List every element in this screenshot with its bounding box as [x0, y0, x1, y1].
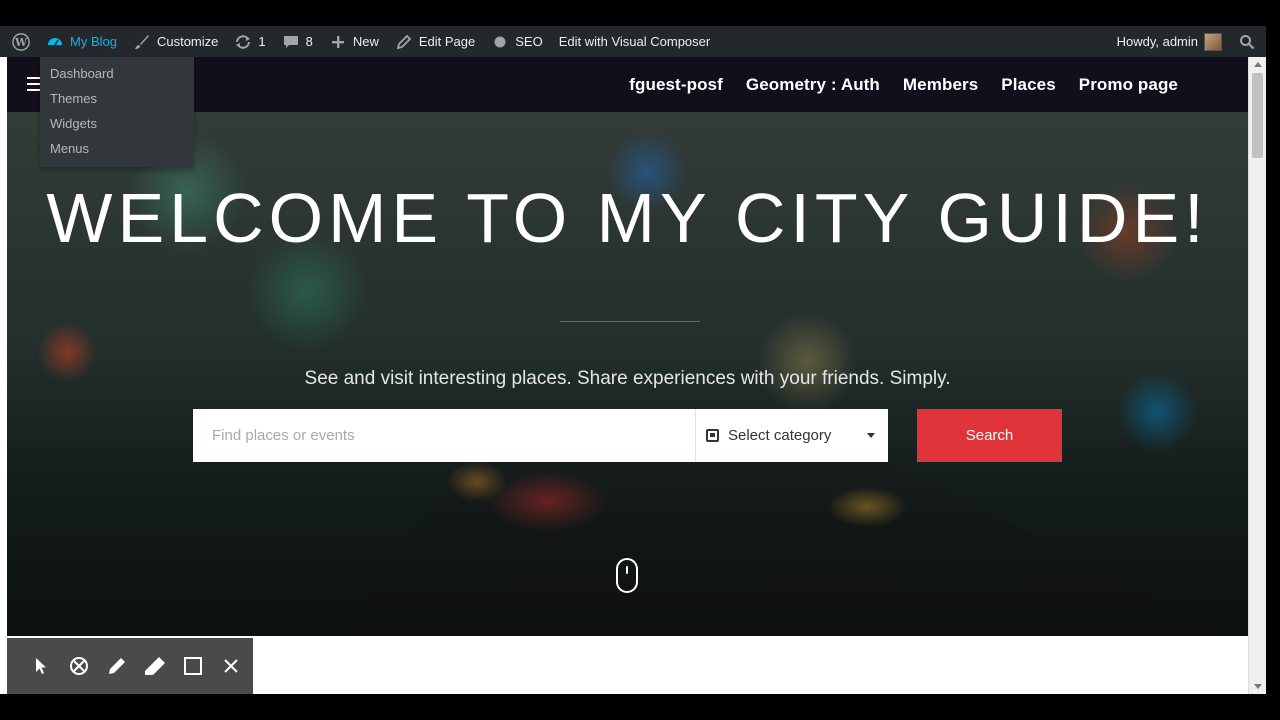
nav-link-places[interactable]: Places: [1001, 75, 1055, 95]
hero-subtitle: See and visit interesting places. Share …: [304, 368, 951, 389]
edit-page-label: Edit Page: [418, 34, 476, 49]
main-menu: fguest-posf Geometry : Auth Members Plac…: [629, 57, 1178, 112]
annotation-toolbar: [7, 638, 253, 694]
admin-bar: W My Blog Customize 1 8 New Edit Page SE…: [0, 26, 1266, 57]
brush-icon: [133, 33, 151, 51]
dropdown-item-dashboard[interactable]: Dashboard: [40, 61, 194, 86]
dropdown-item-menus[interactable]: Menus: [40, 136, 194, 161]
greeting-text: Howdy, admin: [1116, 34, 1198, 49]
category-icon: [706, 429, 719, 442]
vertical-scrollbar[interactable]: [1248, 57, 1266, 694]
my-account-menu[interactable]: Howdy, admin: [1109, 26, 1230, 57]
avatar: [1204, 32, 1222, 51]
customize-label: Customize: [156, 34, 219, 49]
wordpress-icon: W: [12, 32, 30, 51]
category-select-label: Select category: [728, 427, 832, 444]
search-form: Select category: [193, 409, 888, 462]
nav-link-members[interactable]: Members: [903, 75, 978, 95]
nav-link-geometry-auth[interactable]: Geometry : Auth: [746, 75, 880, 95]
new-label: New: [352, 34, 379, 49]
search-button[interactable]: Search: [917, 409, 1062, 462]
wp-logo-menu[interactable]: W: [0, 26, 38, 57]
updates-link[interactable]: 1: [226, 26, 273, 57]
hero-section: WELCOME TO MY CITY GUIDE! See and visit …: [7, 112, 1248, 636]
search-icon: [1238, 33, 1256, 51]
admin-bar-secondary: Howdy, admin: [1109, 26, 1266, 57]
hero-divider: [560, 321, 700, 322]
dropdown-item-themes[interactable]: Themes: [40, 86, 194, 111]
pencil-icon: [395, 33, 413, 51]
nav-link-fguest-posf[interactable]: fguest-posf: [629, 75, 723, 95]
circle-icon: [491, 33, 509, 51]
site-name-menu[interactable]: My Blog: [38, 26, 125, 57]
browser-viewport: W My Blog Customize 1 8 New Edit Page SE…: [0, 26, 1266, 694]
refresh-icon: [234, 33, 252, 51]
new-content-link[interactable]: New: [321, 26, 387, 57]
visual-composer-link[interactable]: Edit with Visual Composer: [551, 26, 719, 57]
updates-count: 1: [258, 34, 266, 49]
cursor-icon[interactable]: [22, 647, 60, 685]
seo-menu[interactable]: SEO: [483, 26, 550, 57]
site-name-dropdown: Dashboard Themes Widgets Menus: [40, 57, 194, 167]
marker-icon[interactable]: [136, 647, 174, 685]
customize-link[interactable]: Customize: [125, 26, 226, 57]
seo-label: SEO: [515, 34, 543, 49]
dropdown-item-widgets[interactable]: Widgets: [40, 111, 194, 136]
nav-link-promo-page[interactable]: Promo page: [1079, 75, 1178, 95]
site-name-label: My Blog: [70, 34, 117, 49]
comments-count: 8: [305, 34, 313, 49]
visual-composer-label: Edit with Visual Composer: [558, 34, 711, 49]
rectangle-icon[interactable]: [174, 647, 212, 685]
plus-icon: [329, 33, 347, 51]
category-select[interactable]: Select category: [695, 409, 888, 462]
no-entry-icon[interactable]: [60, 647, 98, 685]
scrollbar-thumb[interactable]: [1252, 73, 1263, 158]
svg-text:W: W: [14, 36, 28, 49]
caret-down-icon: [867, 433, 875, 438]
pen-icon[interactable]: [98, 647, 136, 685]
scroll-down-mouse-icon[interactable]: [616, 558, 638, 593]
admin-search-button[interactable]: [1230, 26, 1266, 57]
close-icon[interactable]: [212, 647, 250, 685]
scroll-up-arrow-icon[interactable]: [1254, 62, 1262, 67]
search-input[interactable]: [193, 409, 695, 462]
edit-page-link[interactable]: Edit Page: [387, 26, 483, 57]
comments-link[interactable]: 8: [274, 26, 321, 57]
dashboard-icon: [46, 33, 64, 51]
comment-icon: [282, 33, 300, 51]
hero-title: WELCOME TO MY CITY GUIDE!: [46, 179, 1209, 257]
scroll-down-arrow-icon[interactable]: [1254, 684, 1262, 689]
